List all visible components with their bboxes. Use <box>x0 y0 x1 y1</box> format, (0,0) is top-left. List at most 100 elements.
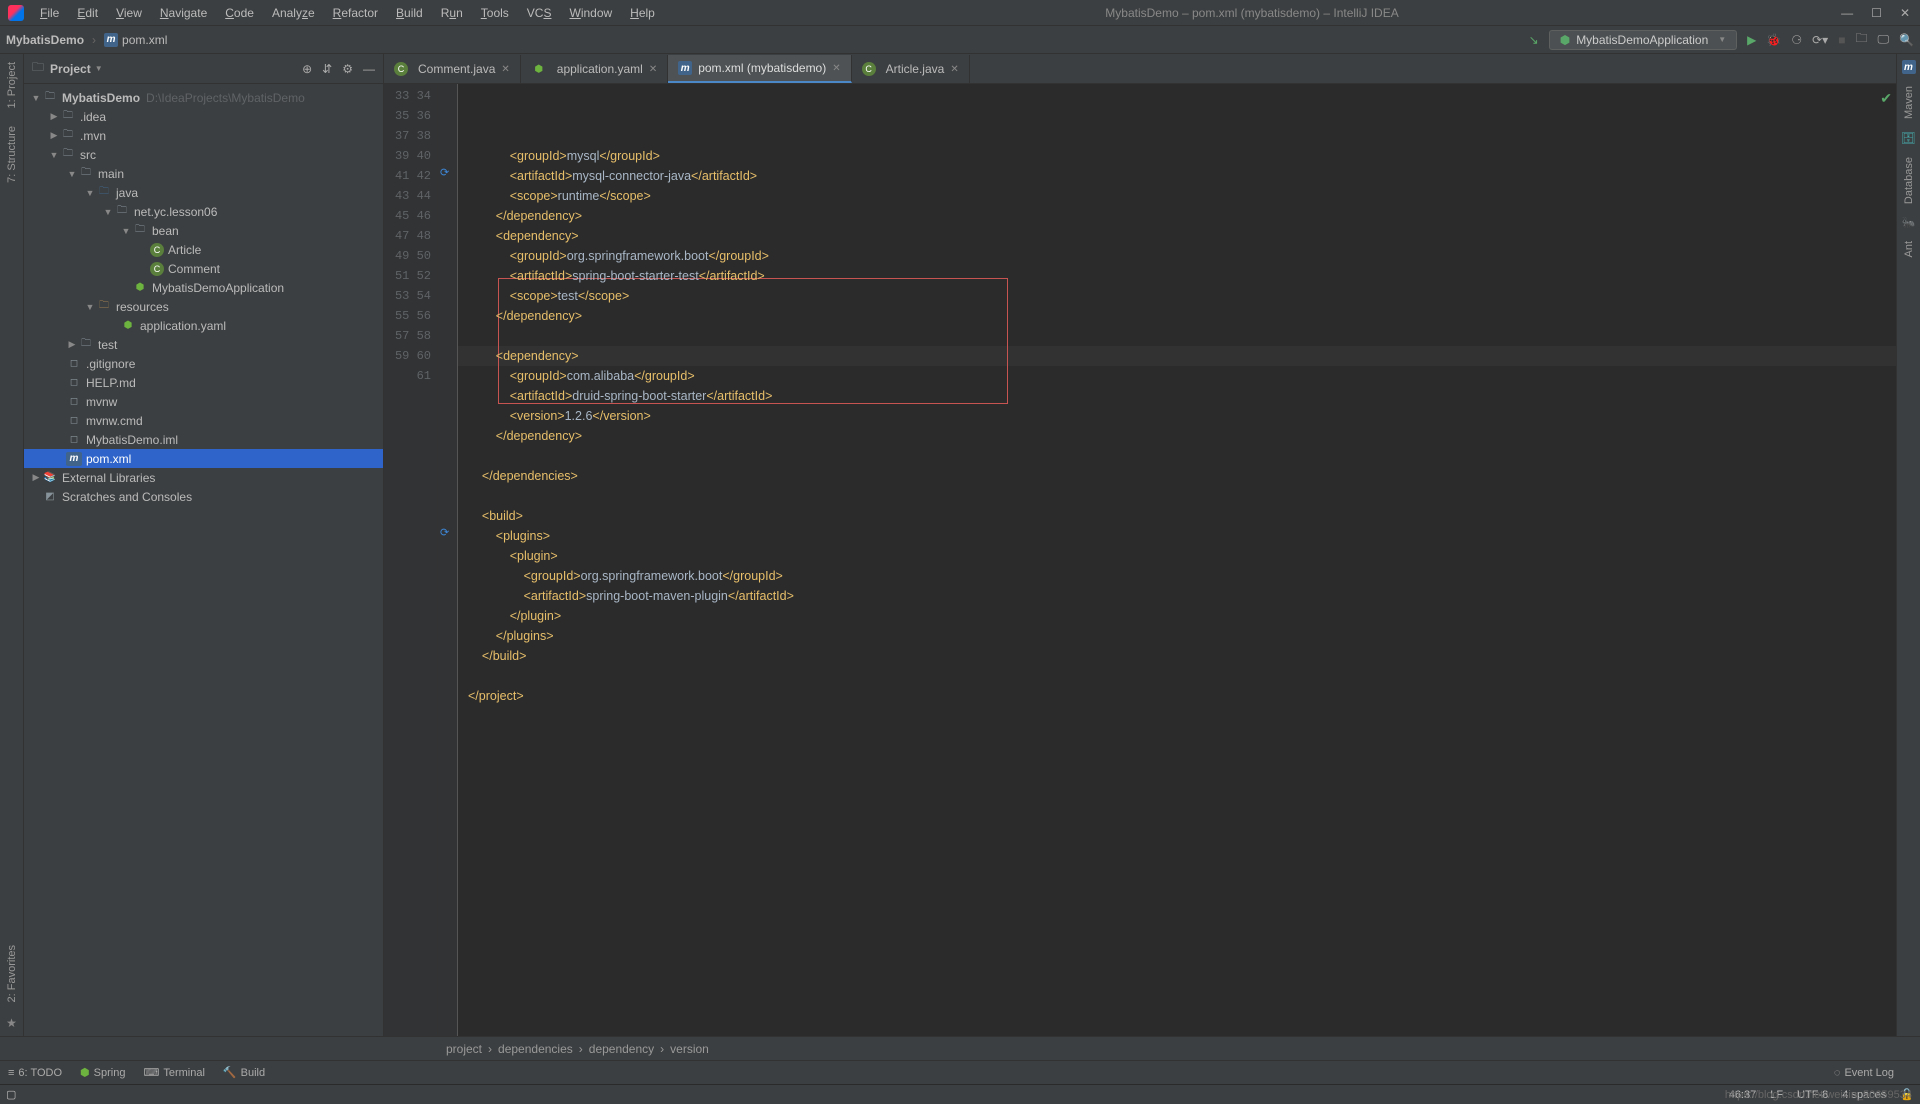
tool-tab-structure[interactable]: 7: Structure <box>6 122 18 187</box>
tree-resources[interactable]: resources <box>116 300 169 314</box>
chevron-down-icon[interactable]: ▼ <box>95 64 103 73</box>
menu-view[interactable]: View <box>108 3 150 23</box>
menu-navigate[interactable]: Navigate <box>152 3 215 23</box>
profile-button[interactable]: ⟳▾ <box>1812 33 1828 47</box>
tool-todo[interactable]: ≡6: TODO <box>8 1067 62 1079</box>
update-button[interactable]: 🗀 <box>1855 29 1867 50</box>
maximize-button[interactable]: ☐ <box>1871 6 1882 20</box>
run-button[interactable]: ▶ <box>1747 33 1756 47</box>
code-editor[interactable]: ✔ <groupId>mysql</groupId> <artifactId>m… <box>458 84 1896 1036</box>
build-hammer-icon[interactable]: ↘ <box>1529 33 1539 47</box>
tree-article[interactable]: Article <box>168 243 201 257</box>
database-icon[interactable]: 🗄 <box>1901 131 1916 145</box>
debug-button[interactable]: 🐞 <box>1766 33 1781 47</box>
run-config-selector[interactable]: ⬢ MybatisDemoApplication ▼ <box>1549 30 1737 50</box>
tree-root[interactable]: MybatisDemo <box>62 91 140 105</box>
breadcrumb-file[interactable]: pom.xml <box>122 33 167 47</box>
tree-mvn[interactable]: .mvn <box>80 129 106 143</box>
close-button[interactable]: ✕ <box>1900 6 1910 20</box>
main-menu: File Edit View Navigate Code Analyze Ref… <box>32 3 663 23</box>
minimize-button[interactable]: ― <box>1841 6 1853 20</box>
event-log-button[interactable]: ◌Event Log <box>1834 1067 1894 1079</box>
maven-file-icon: m <box>66 452 82 466</box>
breadcrumb-root[interactable]: MybatisDemo <box>6 33 84 47</box>
expand-icon[interactable]: ⇵ <box>322 62 332 76</box>
tab-pom[interactable]: mpom.xml (mybatisdemo)✕ <box>668 55 851 83</box>
crumb-dependencies[interactable]: dependencies <box>498 1042 573 1056</box>
coverage-button[interactable]: ⚆ <box>1791 33 1802 47</box>
tree-java[interactable]: java <box>116 186 138 200</box>
menu-vcs[interactable]: VCS <box>519 3 560 23</box>
tree-pkg[interactable]: net.yc.lesson06 <box>134 205 217 219</box>
close-icon[interactable]: ✕ <box>832 63 840 74</box>
refresh-icon[interactable]: ⟳ <box>440 166 449 179</box>
tool-tab-database[interactable]: Database <box>1903 153 1915 208</box>
stop-button[interactable]: ■ <box>1838 33 1845 47</box>
star-icon: ★ <box>6 1016 17 1030</box>
menu-analyze[interactable]: Analyze <box>264 3 323 23</box>
project-panel-title: Project <box>50 62 91 76</box>
tool-tab-project[interactable]: 1: Project <box>6 58 18 112</box>
tree-iml[interactable]: MybatisDemo.iml <box>86 433 178 447</box>
tree-comment[interactable]: Comment <box>168 262 220 276</box>
menu-refactor[interactable]: Refactor <box>325 3 386 23</box>
tab-article[interactable]: CArticle.java✕ <box>852 55 970 83</box>
watermark: https://blog.csdn.net/weixin_50659534 <box>1725 1089 1912 1101</box>
tool-terminal[interactable]: ⌨Terminal <box>143 1066 204 1079</box>
editor-body[interactable]: 33 34 35 36 37 38 39 40 41 42 43 44 45 4… <box>384 84 1896 1036</box>
tool-tab-favorites[interactable]: 2: Favorites <box>6 941 18 1006</box>
tree-idea[interactable]: .idea <box>80 110 106 124</box>
tab-application-yaml[interactable]: ⬢application.yaml✕ <box>521 55 668 83</box>
tree-pom[interactable]: pom.xml <box>86 452 131 466</box>
menu-build[interactable]: Build <box>388 3 431 23</box>
hide-icon[interactable]: — <box>363 62 375 76</box>
git-button[interactable]: 🖵 <box>1877 32 1889 47</box>
tool-windows-toggle[interactable]: ▢ <box>6 1088 16 1101</box>
tab-comment[interactable]: CComment.java✕ <box>384 55 521 83</box>
menu-help[interactable]: Help <box>622 3 663 23</box>
menu-tools[interactable]: Tools <box>473 3 517 23</box>
tree-help[interactable]: HELP.md <box>86 376 136 390</box>
tool-tab-maven[interactable]: Maven <box>1903 82 1915 123</box>
tree-app[interactable]: MybatisDemoApplication <box>152 281 284 295</box>
tree-appyaml[interactable]: application.yaml <box>140 319 226 333</box>
tool-spring[interactable]: ⬢Spring <box>80 1066 125 1079</box>
tree-extlib[interactable]: External Libraries <box>62 471 155 485</box>
line-gutter[interactable]: 33 34 35 36 37 38 39 40 41 42 43 44 45 4… <box>384 84 438 1036</box>
gutter-icons: ⟳ ⟳ <box>438 84 458 1036</box>
file-icon: ◻ <box>66 395 82 409</box>
tree-mvnw[interactable]: mvnw <box>86 395 117 409</box>
close-icon[interactable]: ✕ <box>950 64 958 75</box>
xml-breadcrumbs: project› dependencies› dependency› versi… <box>0 1036 1920 1060</box>
menu-file[interactable]: File <box>32 3 67 23</box>
menu-edit[interactable]: Edit <box>69 3 106 23</box>
maven-icon[interactable]: m <box>1902 60 1916 74</box>
chevron-down-icon: ▼ <box>1718 35 1726 44</box>
package-icon: 🗀 <box>114 205 130 219</box>
crumb-dependency[interactable]: dependency <box>589 1042 654 1056</box>
tree-test[interactable]: test <box>98 338 117 352</box>
tree-bean[interactable]: bean <box>152 224 179 238</box>
gear-icon[interactable]: ⚙ <box>342 62 353 76</box>
tree-src[interactable]: src <box>80 148 96 162</box>
crumb-version[interactable]: version <box>670 1042 709 1056</box>
tree-main[interactable]: main <box>98 167 124 181</box>
target-icon[interactable]: ⊕ <box>302 62 312 76</box>
tool-tab-ant[interactable]: Ant <box>1903 237 1915 262</box>
menu-run[interactable]: Run <box>433 3 471 23</box>
tree-mvnwcmd[interactable]: mvnw.cmd <box>86 414 143 428</box>
folder-icon: 🗀 <box>60 129 76 143</box>
refresh-icon[interactable]: ⟳ <box>440 526 449 539</box>
tree-gitignore[interactable]: .gitignore <box>86 357 135 371</box>
menu-code[interactable]: Code <box>217 3 262 23</box>
close-icon[interactable]: ✕ <box>649 64 657 75</box>
close-icon[interactable]: ✕ <box>501 64 509 75</box>
module-icon: 🗀 <box>42 91 58 105</box>
menu-window[interactable]: Window <box>561 3 620 23</box>
ant-icon[interactable]: 🐜 <box>1902 216 1916 229</box>
tree-scratch[interactable]: Scratches and Consoles <box>62 490 192 504</box>
project-tree[interactable]: ▼🗀MybatisDemoD:\IdeaProjects\MybatisDemo… <box>24 84 383 1036</box>
tool-build[interactable]: 🔨Build <box>223 1066 265 1079</box>
crumb-project[interactable]: project <box>446 1042 482 1056</box>
search-everywhere-icon[interactable]: 🔍 <box>1899 33 1914 47</box>
